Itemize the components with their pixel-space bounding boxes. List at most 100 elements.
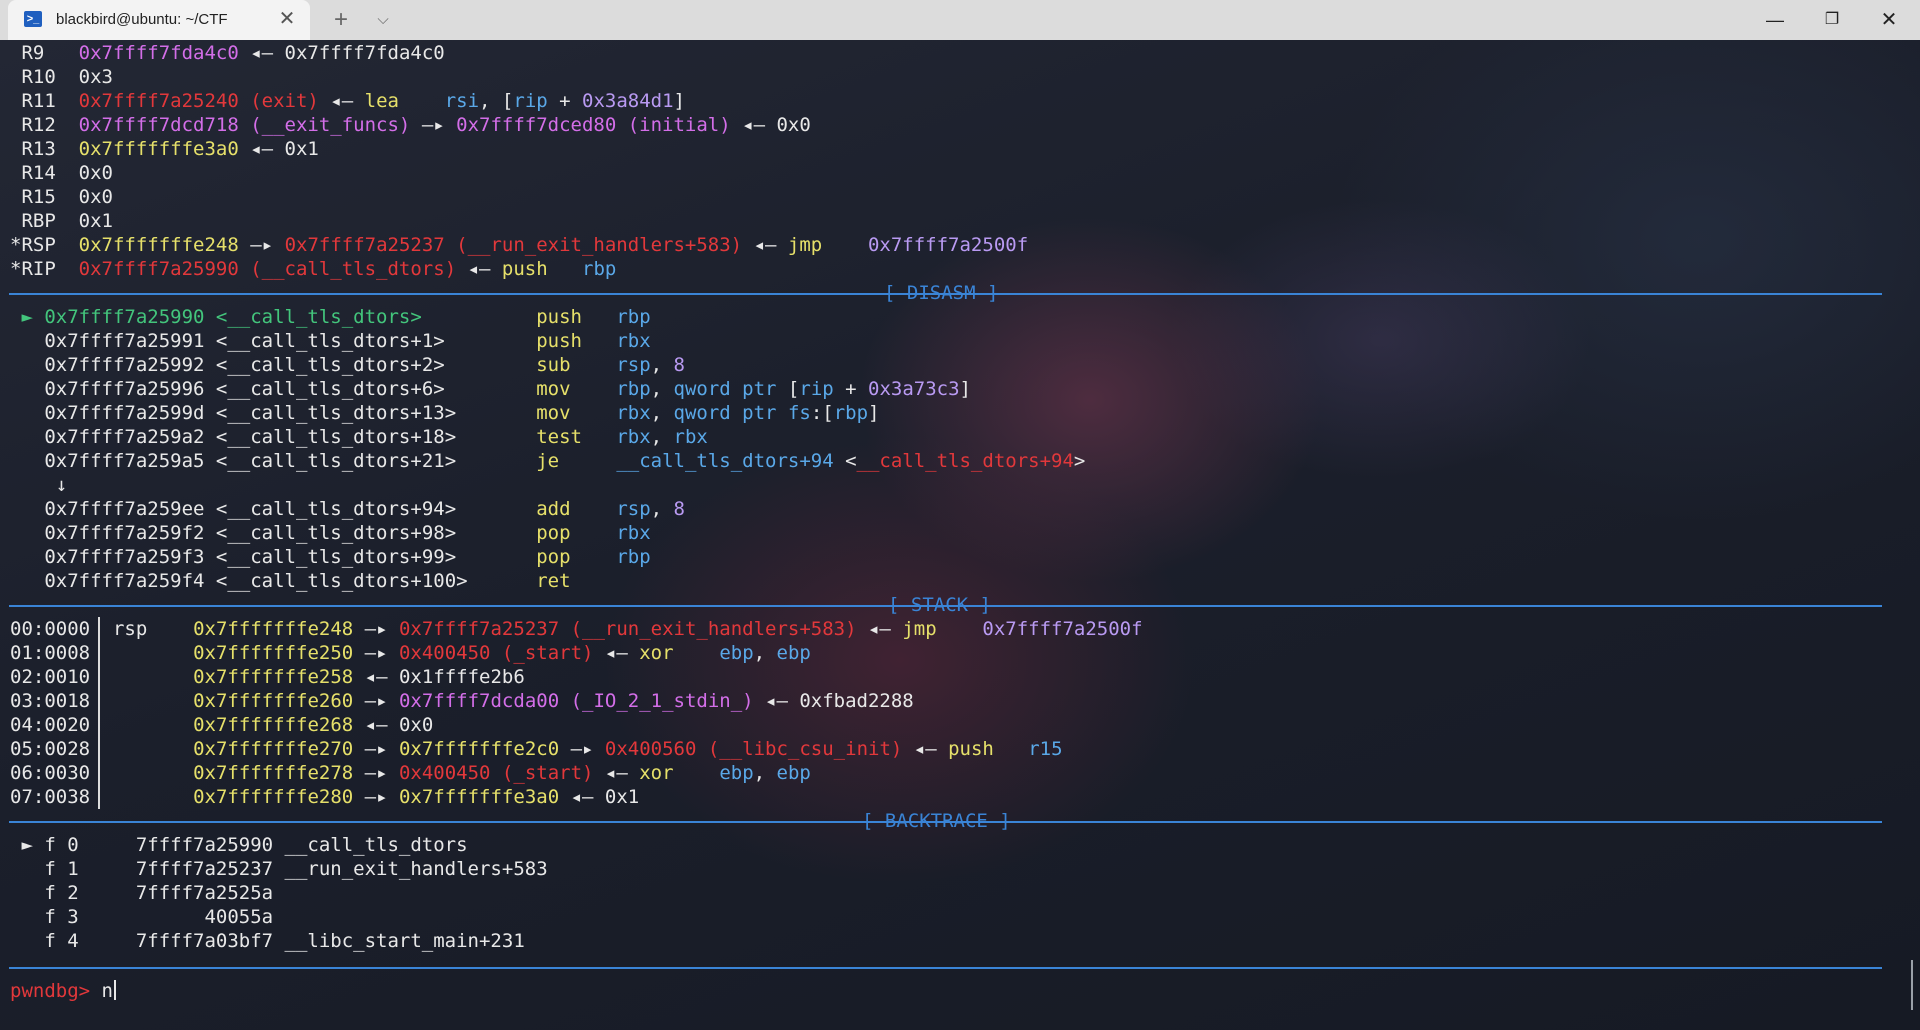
text-token: 0x7fffffffe270: [193, 738, 354, 760]
text-token: add: [536, 498, 571, 520]
text-token: 0x7ffff7dcd718 (__exit_funcs): [78, 114, 411, 136]
text-token: ,: [650, 354, 674, 376]
text-token: pop: [536, 546, 571, 568]
text-token: rip: [513, 90, 548, 112]
text-token: 0x7fffffffe248: [193, 618, 354, 640]
text-token: ◂—: [593, 762, 640, 784]
register-name: RBP: [10, 210, 79, 232]
terminal-output[interactable]: R9 0x7ffff7fda4c0 ◂— 0x7ffff7fda4c0 R10 …: [0, 40, 1920, 1030]
disasm-separator-label: [ DISASM ]: [884, 282, 999, 304]
text-token: ,: [650, 426, 674, 448]
minimize-button[interactable]: —: [1747, 0, 1803, 40]
text-token: —▸: [353, 642, 399, 664]
terminal-icon: >_: [24, 11, 42, 27]
text-token: ret: [536, 570, 571, 592]
stack-line: 07:0038 0x7fffffffe280 —▸ 0x7fffffffe3a0…: [10, 785, 639, 809]
disasm-line: 0x7ffff7a259ee <__call_tls_dtors+94> add…: [10, 497, 685, 521]
backtrace-frame: f 3 40055a: [10, 906, 274, 928]
new-tab-button[interactable]: +: [326, 6, 356, 34]
backtrace-frame: ► f 0 7ffff7a25990 __call_tls_dtors: [10, 834, 468, 856]
text-token: ◂— 0x1: [238, 138, 319, 160]
text-token: ]: [868, 402, 880, 424]
text-token: 0x7ffff7dcda00 (_IO_2_1_stdin_): [398, 690, 754, 712]
text-token: je: [536, 450, 560, 472]
text-token: ,: [753, 642, 777, 664]
text-token: mov: [536, 378, 571, 400]
text-token: rip: [799, 378, 834, 400]
text-token: __call_tls_dtors+94: [856, 450, 1074, 472]
text-token: 0x3a73c3: [868, 378, 960, 400]
text-token: 0x7fffffffe3a0: [78, 138, 239, 160]
stack-line: 01:0008 0x7fffffffe250 —▸ 0x400450 (_sta…: [10, 641, 811, 665]
instruction-address: 0x7ffff7a259f2 <__call_tls_dtors+98>: [44, 522, 468, 544]
text-token: ebp: [776, 642, 811, 664]
text-token: rsp: [616, 354, 651, 376]
text-token: 0x7fffffffe2c0: [398, 738, 560, 760]
text-token: —▸: [353, 690, 399, 712]
text-token: >: [1073, 450, 1086, 472]
text-token: 0x7ffff7dced80 (initial): [456, 114, 731, 136]
stack-offset: 06:0030: [10, 762, 91, 784]
close-tab-icon[interactable]: ✕: [276, 8, 298, 30]
instruction-address: 0x7ffff7a25996 <__call_tls_dtors+6>: [44, 378, 468, 400]
disasm-line: 0x7ffff7a25991 <__call_tls_dtors+1> push…: [10, 329, 650, 353]
text-token: __call_tls_dtors+94: [616, 450, 834, 472]
scrollbar-thumb[interactable]: [1911, 960, 1913, 1010]
register-name: R13: [10, 138, 79, 160]
text-token: 0x400560 (__libc_csu_init): [604, 738, 903, 760]
command-input[interactable]: n: [102, 980, 113, 1002]
backtrace-separator-label: [ BACKTRACE ]: [862, 810, 1011, 832]
text-token: [: [776, 378, 800, 400]
text-token: ebp: [776, 762, 811, 784]
stack-register: [113, 762, 159, 784]
stack-register: [113, 738, 159, 760]
register-name: R15: [10, 186, 79, 208]
register-line: R15 0x0: [10, 185, 113, 209]
close-window-button[interactable]: ✕: [1861, 0, 1917, 40]
text-token: —▸: [559, 738, 605, 760]
stack-offset: 03:0018: [10, 690, 91, 712]
stack-line: 06:0030 0x7fffffffe278 —▸ 0x400450 (_sta…: [10, 761, 811, 785]
text-token: ◂— 0x0: [730, 114, 811, 136]
chevron-down-icon[interactable]: ⌵: [368, 6, 398, 34]
disasm-line: 0x7ffff7a25996 <__call_tls_dtors+6> mov …: [10, 377, 971, 401]
prompt-line: pwndbg> n: [10, 979, 116, 1003]
disasm-line: 0x7ffff7a25992 <__call_tls_dtors+2> sub …: [10, 353, 685, 377]
maximize-button[interactable]: ❐: [1804, 0, 1860, 40]
text-token: qword ptr: [673, 378, 777, 400]
prompt-rule: [9, 967, 1882, 969]
text-token: push: [536, 330, 582, 352]
backtrace-line: f 4 7ffff7a03bf7 __libc_start_main+231: [10, 929, 524, 953]
text-token: rsp: [616, 498, 651, 520]
text-token: 0x7fffffffe250: [193, 642, 354, 664]
text-token: <: [833, 450, 857, 472]
terminal-tab[interactable]: >_ blackbird@ubuntu: ~/CTF ✕: [8, 0, 310, 40]
text-token: ◂—: [318, 90, 365, 112]
text-token: push: [536, 306, 582, 328]
register-line: R9 0x7ffff7fda4c0 ◂— 0x7ffff7fda4c0: [10, 41, 444, 65]
backtrace-line: ► f 0 7ffff7a25990 __call_tls_dtors: [10, 833, 468, 857]
stack-register: [113, 786, 159, 808]
text-token: ,: [650, 402, 674, 424]
instruction-address: 0x7ffff7a259ee <__call_tls_dtors+94>: [44, 498, 468, 520]
text-token: rbx: [616, 522, 651, 544]
register-line: R11 0x7ffff7a25240 (exit) ◂— lea rsi, [r…: [10, 89, 685, 113]
